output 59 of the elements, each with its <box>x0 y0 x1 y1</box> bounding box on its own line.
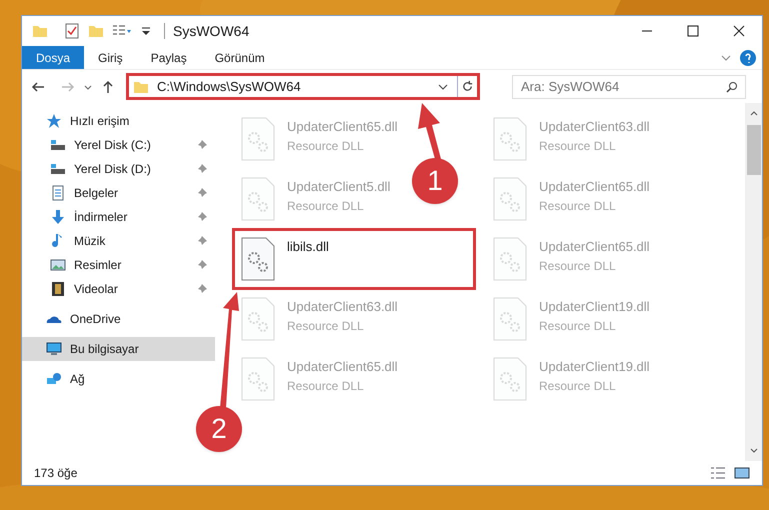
ribbon-tab[interactable]: Görünüm <box>200 46 279 69</box>
ribbon-tab[interactable]: Dosya <box>22 46 84 69</box>
large-icons-view-icon[interactable] <box>734 465 750 481</box>
sidebar-row[interactable]: Yerel Disk (C:) <box>22 133 215 157</box>
customize-caret-icon[interactable] <box>140 25 152 37</box>
sidebar-item[interactable]: Yerel Disk (C:) <box>50 136 151 154</box>
file-gears-icon <box>241 177 275 221</box>
sidebar-row[interactable]: OneDrive <box>22 307 215 331</box>
drive-icon <box>50 161 66 177</box>
star-icon <box>46 113 62 129</box>
file-gears-icon <box>493 177 527 221</box>
address-field[interactable]: C:\Windows\SysWOW64 <box>126 73 480 100</box>
folder-icon <box>32 23 48 39</box>
sidebar-item[interactable]: İndirmeler <box>50 208 128 226</box>
sidebar-item[interactable]: Resimler <box>50 256 122 274</box>
drive-icon <box>50 137 66 153</box>
ribbon-tab[interactable]: Paylaş <box>136 46 201 69</box>
sidebar-row[interactable]: Belgeler <box>22 181 215 205</box>
file-gears-icon <box>241 297 275 341</box>
properties-icon[interactable] <box>64 23 80 39</box>
details-view-icon[interactable] <box>710 465 726 481</box>
file-gears-icon <box>493 297 527 341</box>
image-icon <box>50 257 66 273</box>
film-icon <box>50 281 66 297</box>
sidebar-row[interactable]: Ağ <box>22 367 215 391</box>
search-icon <box>726 80 738 92</box>
scroll-thumb[interactable] <box>746 125 760 175</box>
file-gears-icon <box>241 357 275 401</box>
sidebar-row[interactable]: Yerel Disk (D:) <box>22 157 215 181</box>
scrollbar[interactable] <box>745 103 762 461</box>
window-title: SysWOW64 <box>173 22 250 41</box>
sidebar-row[interactable]: Resimler <box>22 253 215 277</box>
sidebar-item[interactable]: Ağ <box>46 370 85 388</box>
sidebar-item[interactable]: Müzik <box>50 232 106 250</box>
file-item[interactable]: libils.dll <box>241 237 467 281</box>
sidebar-item[interactable]: Videolar <box>50 280 118 298</box>
sidebar-item[interactable]: OneDrive <box>46 310 121 328</box>
sidebar-row[interactable]: Müzik <box>22 229 215 253</box>
file-gears-icon <box>493 357 527 401</box>
help-icon[interactable] <box>740 50 756 66</box>
sidebar-row[interactable]: İndirmeler <box>22 205 215 229</box>
sidebar-row[interactable]: Hızlı erişim <box>22 109 215 133</box>
sidebar-item[interactable]: Bu bilgisayar <box>46 340 139 358</box>
file-gears-icon <box>241 237 275 281</box>
sidebar-row[interactable]: Bu bilgisayar <box>22 337 215 361</box>
sidebar-item[interactable]: Belgeler <box>50 184 118 202</box>
download-arrow-icon <box>50 209 66 225</box>
file-gears-icon <box>493 117 527 161</box>
network-icon <box>46 371 62 387</box>
sidebar-item[interactable]: Yerel Disk (D:) <box>50 160 151 178</box>
sidebar-row[interactable]: Videolar <box>22 277 215 301</box>
computer-icon <box>46 341 62 357</box>
file-gears-icon <box>241 117 275 161</box>
file-gears-icon <box>493 237 527 281</box>
document-icon <box>50 185 66 201</box>
ribbon-tab[interactable]: Giriş <box>84 46 137 69</box>
sidebar-item[interactable]: Hızlı erişim <box>46 112 130 130</box>
item-count: 173 öğe <box>34 465 78 482</box>
search-field[interactable]: Ara: SysWOW64 <box>512 74 746 98</box>
